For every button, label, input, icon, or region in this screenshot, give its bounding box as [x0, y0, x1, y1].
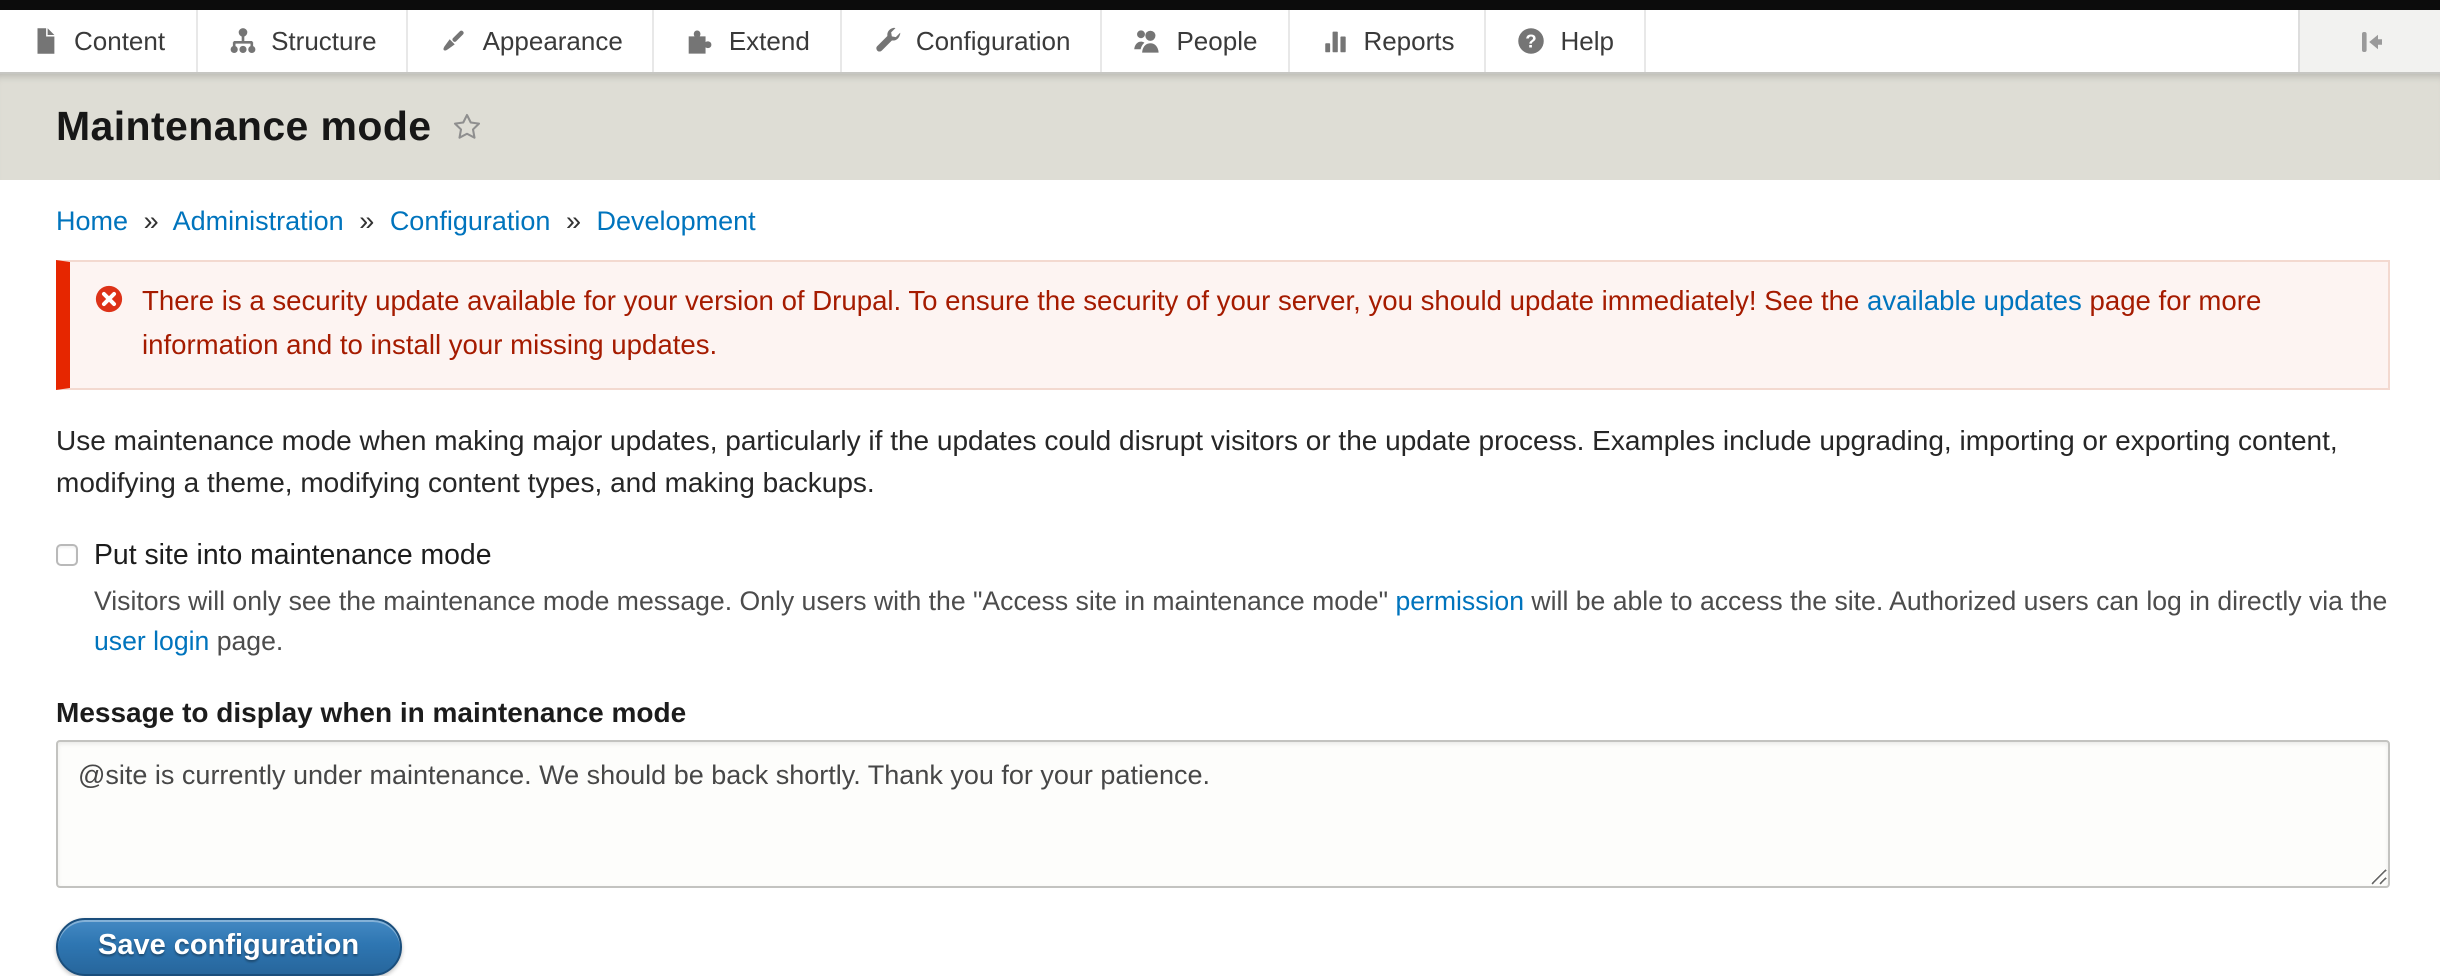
bar-chart-icon [1319, 26, 1349, 56]
error-message-text: There is a security update available for… [142, 280, 2360, 367]
maintenance-mode-intro-text: Use maintenance mode when making major u… [56, 419, 2390, 506]
maintenance-message-textarea[interactable]: @site is currently under maintenance. We… [56, 740, 2390, 888]
toolbar-tab-appearance[interactable]: Appearance [409, 10, 655, 72]
toolbar-tab-help[interactable]: ? Help [1487, 10, 1647, 72]
toolbar-tab-label: Appearance [483, 26, 623, 56]
error-message-box: There is a security update available for… [56, 260, 2390, 389]
toolbar-tab-label: People [1176, 26, 1257, 56]
error-x-icon [94, 284, 124, 314]
people-icon [1132, 26, 1162, 56]
toolbar-tab-structure[interactable]: Structure [197, 10, 409, 72]
breadcrumb-separator: » [144, 206, 159, 236]
breadcrumb-link-development[interactable]: Development [597, 206, 756, 236]
toolbar-tab-people[interactable]: People [1102, 10, 1289, 72]
toolbar-tab-reports[interactable]: Reports [1289, 10, 1486, 72]
toolbar-spacer [1646, 10, 2298, 72]
help-icon: ? [1517, 26, 1547, 56]
main-content: Home » Administration » Configuration » … [0, 206, 2440, 976]
page: Content Structure Appearan [0, 0, 2440, 876]
error-text-before: There is a security update available for… [142, 286, 1867, 316]
toolbar-tab-configuration[interactable]: Configuration [842, 10, 1103, 72]
top-black-strip [0, 0, 2440, 10]
desc-part2: will be able to access the site. Authori… [1524, 586, 2387, 616]
breadcrumb-separator: » [359, 206, 374, 236]
permission-link[interactable]: permission [1395, 586, 1524, 616]
maintenance-mode-checkbox[interactable] [56, 545, 78, 567]
toolbar-tab-label: Content [74, 26, 165, 56]
toolbar-orientation-toggle-button[interactable] [2298, 10, 2440, 72]
breadcrumb-link-administration[interactable]: Administration [173, 206, 344, 236]
toolbar-tab-label: Structure [271, 26, 377, 56]
puzzle-icon [685, 26, 715, 56]
maintenance-mode-checkbox-label[interactable]: Put site into maintenance mode [94, 540, 492, 572]
breadcrumb-link-home[interactable]: Home [56, 206, 128, 236]
toolbar-tab-content[interactable]: Content [0, 10, 197, 72]
sitemap-icon [227, 26, 257, 56]
message-field-label: Message to display when in maintenance m… [56, 696, 2390, 728]
favorite-shortcut-toggle[interactable] [452, 112, 482, 142]
desc-part3: page. [209, 626, 283, 656]
file-icon [30, 26, 60, 56]
svg-text:?: ? [1526, 31, 1537, 52]
page-title-bar: Maintenance mode [0, 74, 2440, 180]
toolbar-collapse-icon [2354, 25, 2386, 57]
available-updates-link[interactable]: available updates [1867, 286, 2082, 316]
wrench-icon [872, 26, 902, 56]
toolbar-tab-extend[interactable]: Extend [655, 10, 842, 72]
toolbar-tab-label: Configuration [916, 26, 1071, 56]
desc-part1: Visitors will only see the maintenance m… [94, 586, 1395, 616]
admin-toolbar: Content Structure Appearan [0, 10, 2440, 74]
user-login-link[interactable]: user login [94, 626, 209, 656]
toolbar-tab-label: Reports [1363, 26, 1454, 56]
paintbrush-icon [439, 26, 469, 56]
breadcrumb-link-configuration[interactable]: Configuration [390, 206, 551, 236]
toolbar-tab-label: Extend [729, 26, 810, 56]
save-configuration-button[interactable]: Save configuration [56, 918, 401, 976]
maintenance-mode-checkbox-row: Put site into maintenance mode [56, 540, 2390, 572]
maintenance-mode-checkbox-description: Visitors will only see the maintenance m… [94, 582, 2390, 662]
toolbar-tab-label: Help [1561, 26, 1615, 56]
breadcrumb: Home » Administration » Configuration » … [56, 206, 2390, 236]
star-icon [452, 112, 482, 142]
page-title: Maintenance mode [56, 103, 432, 151]
breadcrumb-separator: » [566, 206, 581, 236]
